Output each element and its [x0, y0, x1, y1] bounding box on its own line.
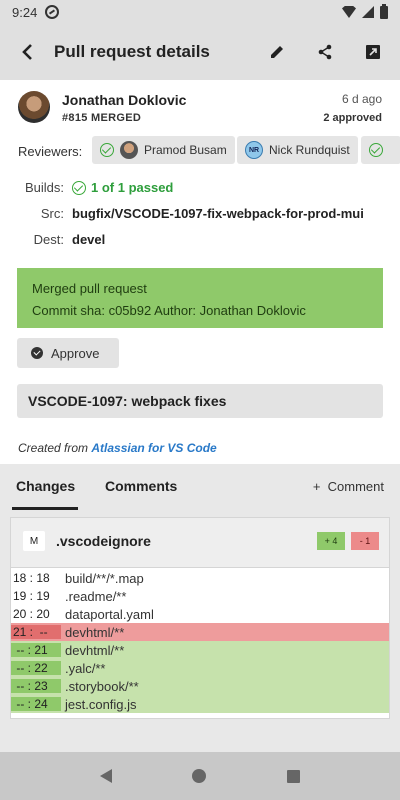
deletions-badge: - 1: [351, 532, 379, 550]
diff-row[interactable]: 18 : 18 build/**/*.map: [11, 569, 389, 587]
builds-row: Builds: 1 of 1 passed: [0, 180, 400, 195]
diff-row[interactable]: 19 : 19 .readme/**: [11, 587, 389, 605]
reviewer-chip[interactable]: Pramod Busam: [92, 136, 235, 164]
tab-comments[interactable]: Comments: [105, 478, 177, 494]
back-arrow-icon[interactable]: [12, 36, 44, 68]
line-code: .yalc/**: [65, 660, 106, 676]
additions-badge: + 4: [317, 532, 345, 550]
app-bar-actions: [262, 37, 388, 67]
system-nav-bar: [0, 752, 400, 800]
pr-age: 6 d ago: [341, 92, 382, 106]
add-comment-button[interactable]: + Comment: [313, 479, 384, 494]
reviewer-name: Pramod Busam: [144, 143, 227, 157]
wifi-icon: [342, 6, 356, 18]
line-numbers: 20 : 20: [13, 607, 50, 621]
dest-row: Dest: devel: [0, 232, 400, 247]
diff-lines: 18 : 18 build/**/*.map 19 : 19 .readme/** …: [11, 569, 389, 713]
edit-pencil-icon[interactable]: [262, 37, 292, 67]
pr-header: Jonathan Doklovic #815 MERGED 6 d ago 2 …: [0, 80, 400, 130]
page-title: Pull request details: [54, 42, 210, 61]
line-code: dataportal.yaml: [65, 606, 154, 622]
diff-row-added[interactable]: -- : 24 jest.config.js: [11, 695, 389, 713]
reviewer-avatar: NR: [245, 141, 263, 159]
reviewer-name: Nick Rundquist: [269, 143, 350, 157]
dest-label: Dest:: [33, 232, 64, 247]
tab-changes[interactable]: Changes: [16, 478, 75, 494]
build-passed-icon: [72, 180, 86, 195]
check-circle-icon: [31, 347, 43, 359]
merged-commit-info: Commit sha: c05b92 Author: Jonathan Dokl…: [32, 303, 306, 318]
diff-row-added[interactable]: -- : 23 .storybook/**: [11, 677, 389, 695]
line-numbers: 18 : 18: [13, 571, 50, 585]
created-prefix: Created from: [18, 441, 92, 455]
line-numbers: -- : 24: [11, 697, 61, 711]
file-diff-header[interactable]: M .vscodeignore + 4 - 1: [11, 518, 389, 568]
author-name: Jonathan Doklovic: [62, 92, 187, 108]
line-numbers: -- : 23: [11, 679, 61, 693]
status-icons: [342, 3, 388, 19]
merged-banner: Merged pull request Commit sha: c05b92 A…: [17, 268, 383, 328]
nav-home-icon[interactable]: [192, 769, 207, 783]
file-modified-badge: M: [23, 531, 45, 551]
line-numbers: 19 : 19: [13, 589, 50, 603]
diff-row-added[interactable]: -- : 21 devhtml/**: [11, 641, 389, 659]
line-code: devhtml/**: [65, 624, 125, 640]
created-from: Created from Atlassian for VS Code: [18, 441, 217, 455]
approve-button[interactable]: Approve: [17, 338, 119, 368]
reviewers-label: Reviewers:: [18, 144, 83, 159]
pr-id-state: #815 MERGED: [62, 112, 142, 124]
reviewers-row: Reviewers: Pramod Busam NR Nick Rundquis…: [0, 134, 400, 170]
app-bar: Pull request details: [0, 24, 400, 80]
builds-status[interactable]: 1 of 1 passed: [72, 180, 173, 195]
atlassian-link[interactable]: Atlassian for VS Code: [91, 441, 216, 455]
tabs-bar: Changes Comments + Comment: [0, 464, 400, 510]
line-numbers: -- : 21: [11, 643, 61, 657]
src-label: Src:: [40, 206, 64, 221]
line-code: .readme/**: [65, 588, 127, 604]
approve-label: Approve: [51, 345, 100, 361]
open-external-icon[interactable]: [358, 37, 388, 67]
share-icon[interactable]: [310, 37, 340, 67]
line-numbers: -- : 22: [11, 661, 61, 675]
changes-list: M .vscodeignore + 4 - 1 18 : 18 build/**/…: [0, 510, 400, 752]
pr-title: VSCODE-1097: webpack fixes: [17, 384, 383, 418]
src-branch: bugfix/VSCODE-1097-fix-webpack-for-prod-…: [72, 206, 364, 221]
pr-content: Jonathan Doklovic #815 MERGED 6 d ago 2 …: [0, 80, 400, 752]
signal-icon: [362, 6, 374, 18]
src-row: Src: bugfix/VSCODE-1097-fix-webpack-for-…: [0, 206, 400, 221]
add-comment-label: Comment: [327, 479, 384, 494]
do-not-disturb-icon: [45, 5, 60, 19]
line-code: jest.config.js: [65, 696, 137, 712]
approved-check-icon: [100, 143, 114, 157]
reviewer-avatar: [120, 141, 138, 159]
file-name: .vscodeignore: [56, 533, 151, 549]
nav-back-icon[interactable]: [100, 769, 113, 783]
diff-row-removed[interactable]: 21 : -- devhtml/**: [11, 623, 389, 641]
battery-icon: [380, 3, 388, 19]
merged-title: Merged pull request: [32, 281, 147, 296]
status-time: 9:24: [12, 4, 38, 20]
reviewer-chip-overflow[interactable]: [361, 136, 400, 164]
approval-count: 2 approved: [323, 112, 382, 124]
line-numbers: 21 : --: [11, 625, 61, 639]
author-avatar: [18, 91, 50, 123]
builds-label: Builds:: [24, 180, 64, 195]
diff-row-added[interactable]: -- : 22 .yalc/**: [11, 659, 389, 677]
diff-row[interactable]: 20 : 20 dataportal.yaml: [11, 605, 389, 623]
approved-check-icon: [369, 143, 383, 157]
line-code: devhtml/**: [65, 642, 125, 658]
dest-branch: devel: [72, 232, 106, 247]
status-bar: 9:24: [0, 0, 400, 24]
line-code: build/**/*.map: [65, 570, 144, 586]
line-code: .storybook/**: [65, 678, 139, 694]
nav-recents-icon[interactable]: [286, 769, 300, 783]
reviewer-chip[interactable]: NR Nick Rundquist: [237, 136, 358, 164]
builds-value: 1 of 1 passed: [91, 180, 174, 195]
file-diff-card: M .vscodeignore + 4 - 1 18 : 18 build/**/…: [10, 517, 390, 719]
